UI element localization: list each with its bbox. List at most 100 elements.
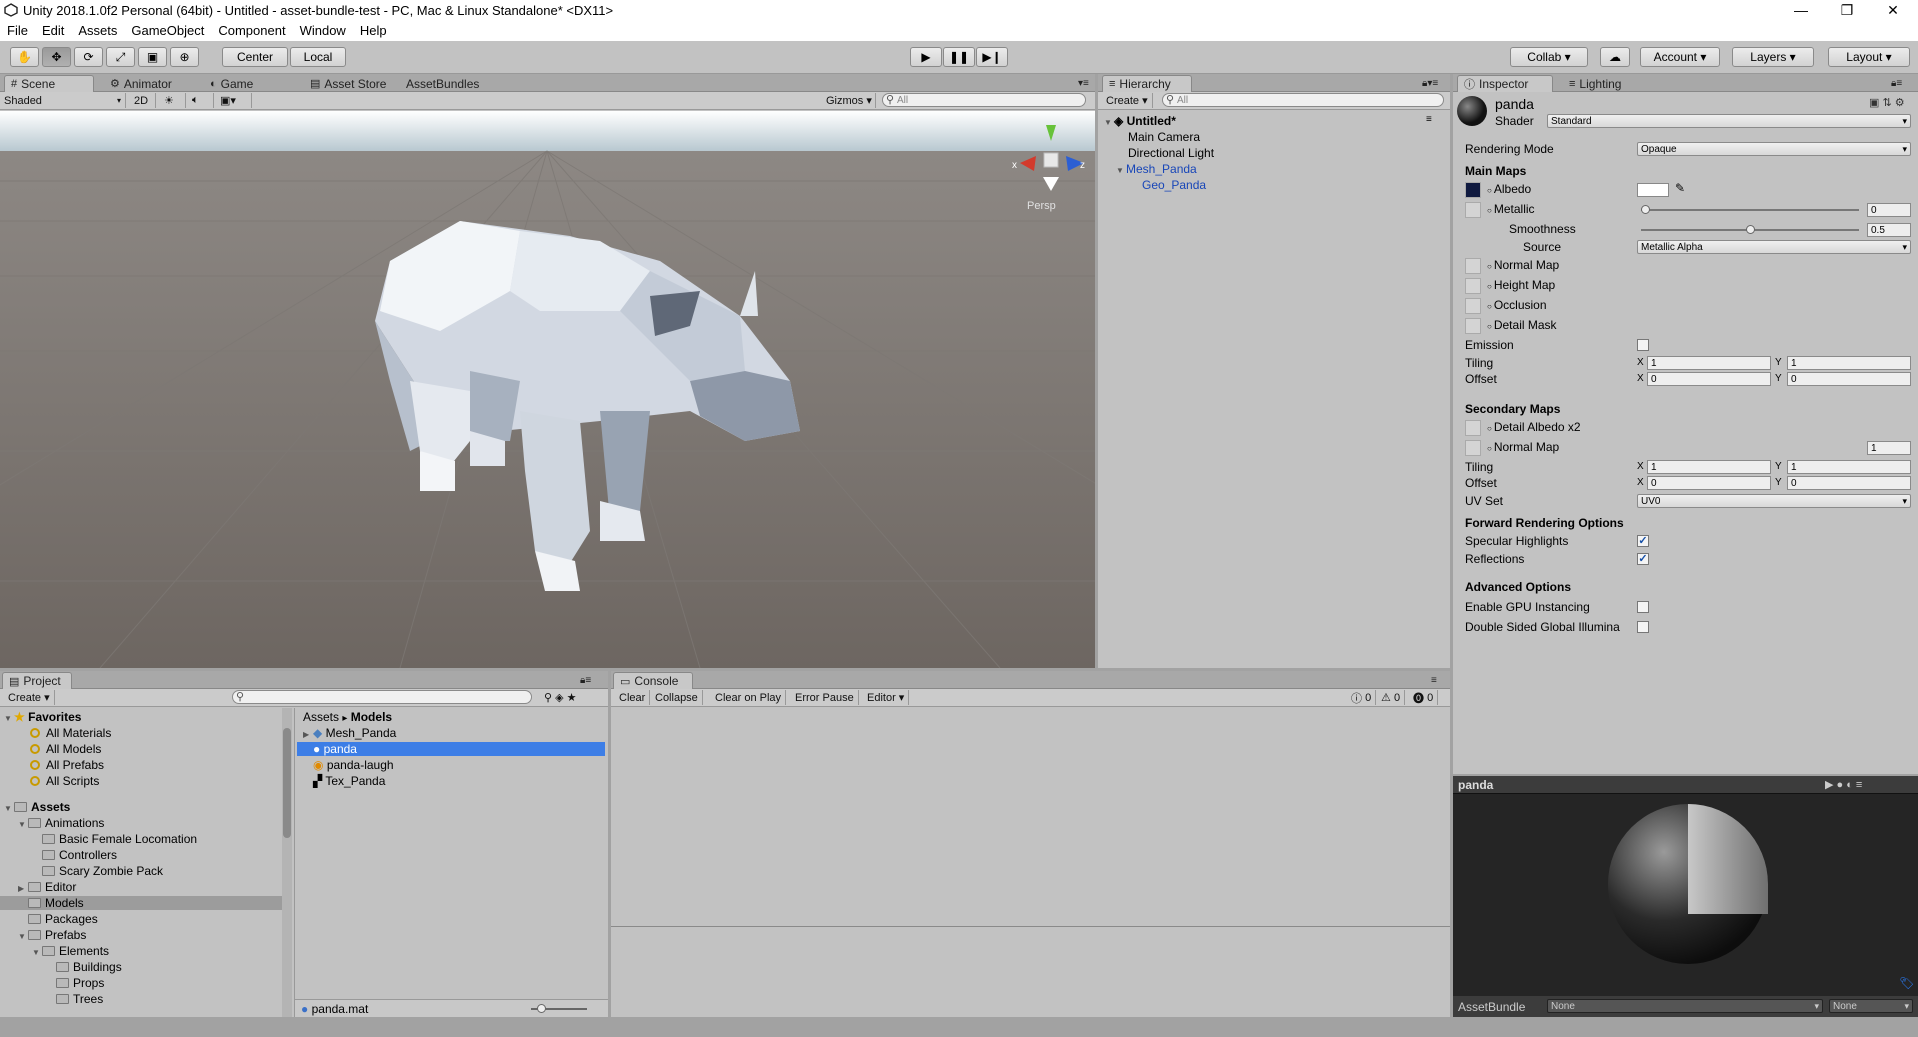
tree-item-packages[interactable]: Packages <box>18 912 98 926</box>
layout-dropdown[interactable]: Layout ▾ <box>1828 47 1910 67</box>
metallic-slider[interactable] <box>1637 202 1863 218</box>
tree-item-animations[interactable]: ▼ Animations <box>18 816 104 830</box>
hierarchy-search-input[interactable]: ⚲ All <box>1162 93 1444 107</box>
menu-assets[interactable]: Assets <box>71 23 124 38</box>
hierarchy-create-button[interactable]: Create ▾ <box>1102 93 1153 108</box>
project-search-input[interactable]: ⚲ <box>232 690 532 704</box>
project-create-button[interactable]: Create ▾ <box>4 690 55 705</box>
tab-project[interactable]: ▤ Project <box>2 672 72 689</box>
menu-gameobject[interactable]: GameObject <box>124 23 211 38</box>
material-header-icons[interactable]: ▣ ⇅ ⚙ <box>1869 96 1905 109</box>
offset2-y-field[interactable]: 0 <box>1787 476 1911 490</box>
scene-root-item[interactable]: ▼ ◈ Untitled* ≡ <box>1104 114 1432 128</box>
play-button[interactable]: ▶ <box>910 47 942 67</box>
rect-tool-icon[interactable]: ▣ <box>138 47 167 67</box>
occlusion-slot[interactable] <box>1465 298 1481 314</box>
tab-scene[interactable]: # Scene <box>4 75 94 92</box>
tiling-y-field[interactable]: 1 <box>1787 356 1911 370</box>
tab-asset-store[interactable]: ▤ Asset Store <box>304 75 392 92</box>
lighting-toggle-icon[interactable]: ☀ <box>160 93 186 108</box>
project-menu-icon[interactable]: 🔒︎≡ <box>574 672 597 689</box>
expand-arrow-icon[interactable]: ▼ <box>32 948 42 957</box>
source-dropdown[interactable]: Metallic Alpha <box>1637 240 1911 254</box>
favorite-all-scripts[interactable]: All Scripts <box>30 774 99 788</box>
favorites-item[interactable]: ▼ ★ Favorites <box>4 710 81 724</box>
tab-console[interactable]: ▭ Console <box>613 672 693 689</box>
tiling-x-field[interactable]: 1 <box>1647 356 1771 370</box>
tree-item-models[interactable]: Models <box>0 896 282 910</box>
file-item-panda-laugh[interactable]: ◉ panda-laugh <box>313 758 394 772</box>
smoothness-value-field[interactable]: 0.5 <box>1867 223 1911 237</box>
pane-menu-icon[interactable]: ▾≡ <box>1072 75 1095 92</box>
tiling2-x-field[interactable]: 1 <box>1647 460 1771 474</box>
file-item-panda[interactable]: ● panda <box>297 742 605 756</box>
double-sided-checkbox[interactable] <box>1637 621 1649 633</box>
tree-scrollbar-thumb[interactable] <box>283 728 291 838</box>
scene-search-input[interactable]: ⚲ All <box>882 93 1086 107</box>
console-clear-button[interactable]: Clear <box>615 690 651 705</box>
tab-lighting[interactable]: ≡ Lighting <box>1563 75 1627 92</box>
pivot-center-button[interactable]: Center <box>222 47 288 67</box>
tree-item-basic-female-locomation[interactable]: Basic Female Locomation <box>32 832 197 846</box>
offset-y-field[interactable]: 0 <box>1787 372 1911 386</box>
reflections-checkbox[interactable]: ✓ <box>1637 553 1649 565</box>
console-error-pause-button[interactable]: Error Pause <box>791 690 859 705</box>
rendering-mode-dropdown[interactable]: Opaque <box>1637 142 1911 156</box>
metallic-texture-slot[interactable] <box>1465 202 1481 218</box>
emission-checkbox[interactable] <box>1637 339 1649 351</box>
height-map-slot[interactable] <box>1465 278 1481 294</box>
maximize-button[interactable]: ❐ <box>1824 0 1870 20</box>
tree-item-editor[interactable]: ▶ Editor <box>18 880 76 894</box>
smoothness-slider-knob[interactable] <box>1745 225 1755 234</box>
step-button[interactable]: ▶❙ <box>976 47 1008 67</box>
assets-root-item[interactable]: ▼ Assets <box>4 800 70 814</box>
detail-mask-slot[interactable] <box>1465 318 1481 334</box>
menu-help[interactable]: Help <box>353 23 394 38</box>
scene-options-icon[interactable]: ≡ <box>1426 114 1432 125</box>
expand-arrow-icon[interactable]: ▼ <box>18 932 28 941</box>
icon-size-slider-knob[interactable] <box>537 1004 546 1013</box>
audio-toggle-icon[interactable]: 🔈︎ <box>188 93 214 108</box>
menu-component[interactable]: Component <box>211 23 292 38</box>
console-editor-dropdown[interactable]: Editor ▾ <box>863 690 910 705</box>
eyedropper-icon[interactable]: ✎ <box>1675 181 1685 195</box>
gizmos-dropdown[interactable]: Gizmos ▾ <box>822 93 876 108</box>
metallic-value-field[interactable]: 0 <box>1867 203 1911 217</box>
console-info-toggle[interactable]: ⓘ 0 <box>1347 690 1377 705</box>
tab-inspector[interactable]: ⓘ Inspector <box>1457 75 1553 92</box>
expand-arrow-icon[interactable]: ▶ <box>18 884 28 893</box>
gpu-instancing-checkbox[interactable] <box>1637 601 1649 613</box>
expand-arrow-icon[interactable]: ▼ <box>18 820 28 829</box>
transform-tool-icon[interactable]: ⊕ <box>170 47 199 67</box>
console-collapse-button[interactable]: Collapse <box>651 690 703 705</box>
menu-file[interactable]: File <box>0 23 35 38</box>
console-menu-icon[interactable]: ≡ <box>1425 672 1443 689</box>
hierarchy-item-directional-light[interactable]: Directional Light <box>1128 146 1214 160</box>
favorite-all-prefabs[interactable]: All Prefabs <box>30 758 104 772</box>
favorite-all-models[interactable]: All Models <box>30 742 101 756</box>
collab-button[interactable]: Collab ▾ <box>1510 47 1588 67</box>
offset2-x-field[interactable]: 0 <box>1647 476 1771 490</box>
tree-item-buildings[interactable]: Buildings <box>46 960 122 974</box>
file-item-mesh-panda[interactable]: ▶ ◆ Mesh_Panda <box>303 726 603 740</box>
uv-set-dropdown[interactable]: UV0 <box>1637 494 1911 508</box>
inspector-menu-icon[interactable]: 🔒︎≡ <box>1885 75 1908 92</box>
specular-checkbox[interactable]: ✓ <box>1637 535 1649 547</box>
breadcrumb-assets[interactable]: Assets <box>303 710 339 724</box>
file-item-tex-panda[interactable]: ▞ Tex_Panda <box>313 774 385 788</box>
shading-dropdown[interactable]: Shaded ▾ <box>0 93 126 108</box>
assetbundle-dropdown[interactable]: None <box>1547 999 1823 1013</box>
close-button[interactable]: ✕ <box>1870 0 1916 20</box>
hierarchy-item-mesh-panda[interactable]: ▼ Mesh_Panda <box>1116 162 1197 176</box>
breadcrumb-models[interactable]: Models <box>351 710 392 724</box>
cloud-icon[interactable]: ☁ <box>1600 47 1630 67</box>
tab-game[interactable]: ◐ Game <box>204 75 259 92</box>
tree-item-trees[interactable]: Trees <box>46 992 103 1006</box>
scene-viewport[interactable]: x z Persp <box>0 111 1095 668</box>
detail-albedo-slot[interactable] <box>1465 420 1481 436</box>
pivot-local-button[interactable]: Local <box>290 47 346 67</box>
account-dropdown[interactable]: Account ▾ <box>1640 47 1720 67</box>
smoothness-slider[interactable] <box>1637 222 1863 238</box>
offset-x-field[interactable]: 0 <box>1647 372 1771 386</box>
preview-controls-icon[interactable]: ▶ ● ◐ ≡ <box>1825 778 1862 791</box>
